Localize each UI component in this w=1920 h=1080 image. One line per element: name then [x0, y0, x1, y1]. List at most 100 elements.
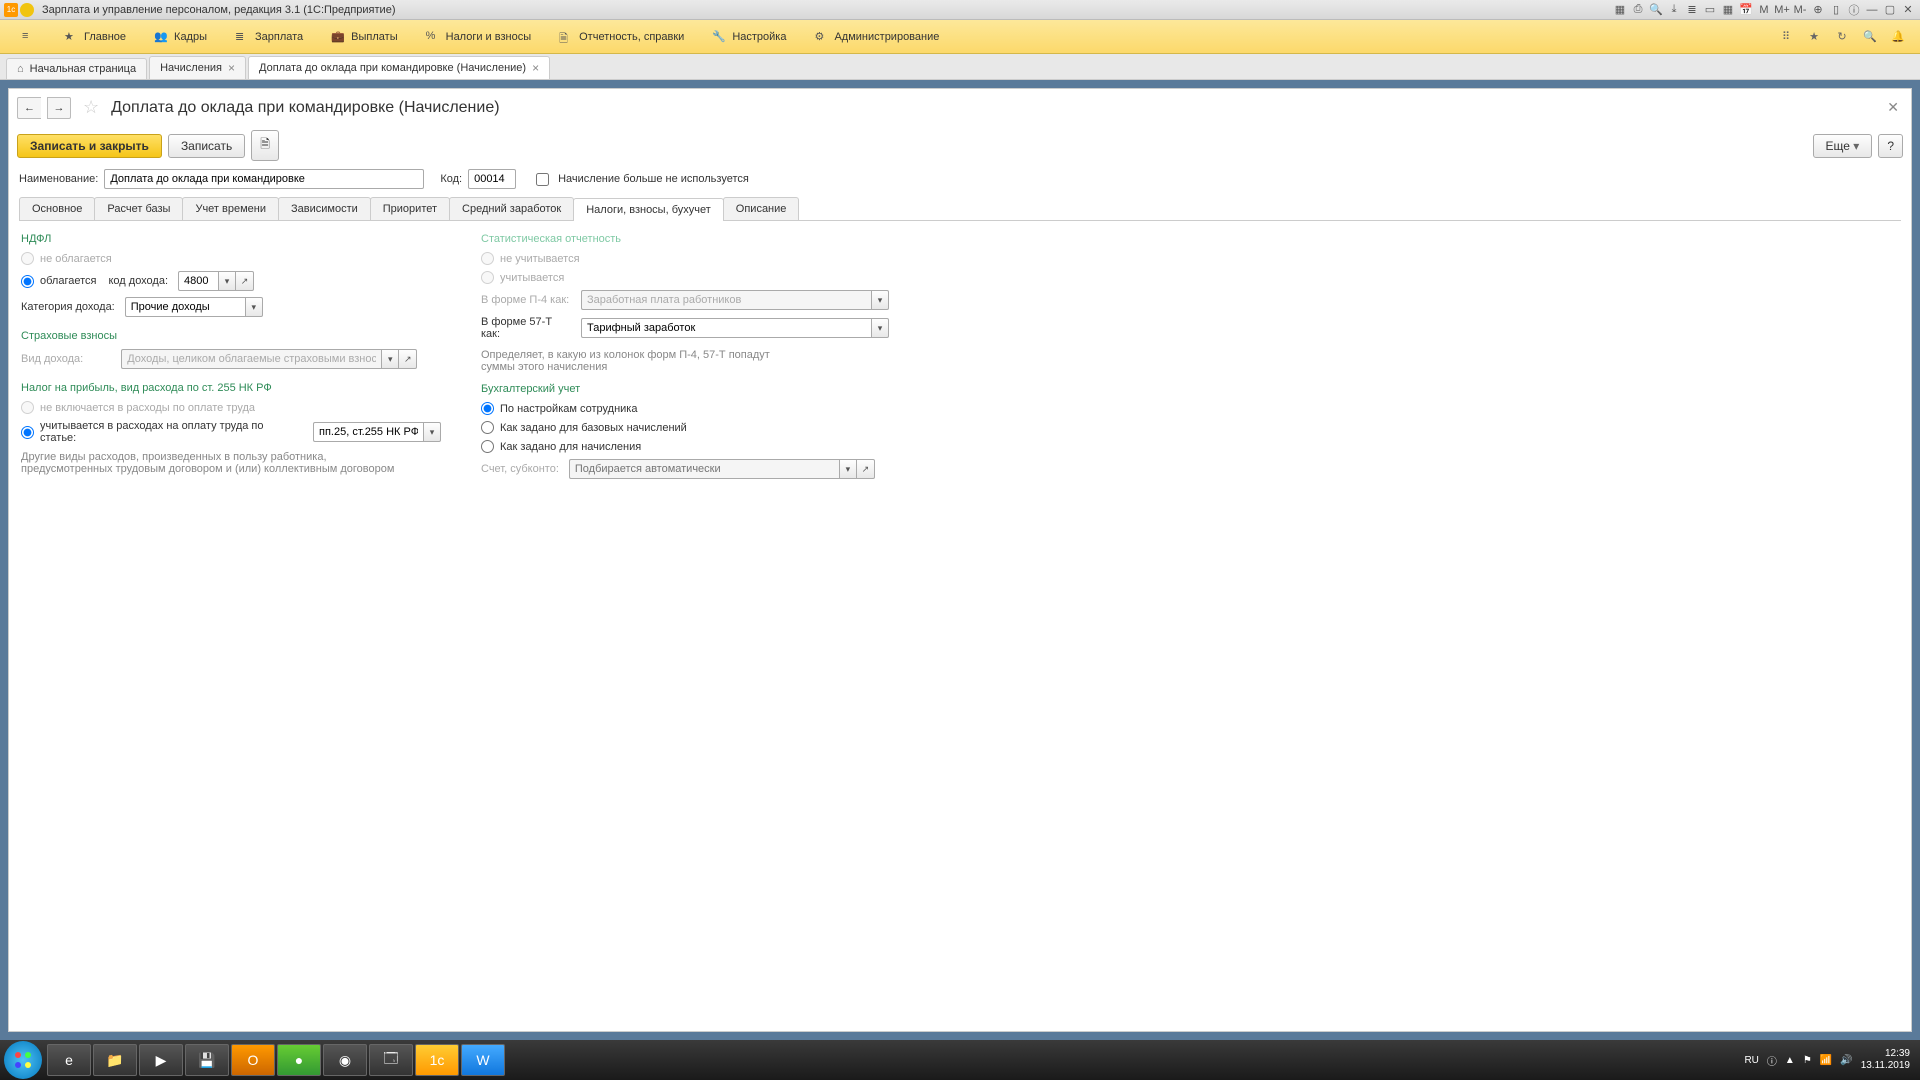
maximize-icon[interactable]: ▢ [1882, 2, 1898, 18]
tray-icon[interactable]: ▲ [1785, 1055, 1795, 1066]
bell-icon[interactable]: 🔔 [1884, 23, 1912, 51]
menu-payments[interactable]: 💼Выплаты [317, 20, 411, 54]
more-button[interactable]: Еще [1813, 134, 1873, 158]
tab-current[interactable]: Доплата до оклада при командировке (Начи… [248, 56, 550, 79]
name-input[interactable] [104, 169, 424, 189]
form-tab[interactable]: Налоги, взносы, бухучет [573, 198, 724, 221]
menu-admin[interactable]: ⚙Администрирование [800, 20, 953, 54]
menu-reports[interactable]: 🗎Отчетность, справки [545, 20, 698, 54]
save-close-button[interactable]: Записать и закрыть [17, 134, 162, 158]
taskbar-word[interactable]: W [461, 1044, 505, 1076]
income-code-input[interactable] [178, 271, 218, 291]
start-button[interactable] [4, 1041, 42, 1079]
titlebar-icon[interactable]: ⊕ [1810, 2, 1826, 18]
tray-icon[interactable]: 📶 [1820, 1055, 1832, 1066]
profit-yes-radio[interactable] [21, 426, 34, 439]
code-input[interactable] [468, 169, 516, 189]
titlebar-icon[interactable]: ▯ [1828, 2, 1844, 18]
taskbar-app[interactable]: 💾 [185, 1044, 229, 1076]
menu-main[interactable]: ★Главное [50, 20, 140, 54]
close-icon[interactable]: × [228, 61, 235, 75]
menu-personnel[interactable]: 👥Кадры [140, 20, 221, 54]
titlebar-icon[interactable]: ⤓ [1666, 2, 1682, 18]
taskbar-1c[interactable]: 1c [415, 1044, 459, 1076]
dropdown-icon[interactable]: ▾ [871, 290, 889, 310]
titlebar-icon[interactable]: ≣ [1684, 2, 1700, 18]
taskbar-app[interactable]: 🗔 [369, 1044, 413, 1076]
acc-opt3-radio[interactable] [481, 440, 494, 453]
dropdown-icon[interactable]: ▾ [381, 349, 399, 369]
titlebar-icon[interactable]: M [1756, 2, 1772, 18]
dropdown-icon[interactable]: ▾ [839, 459, 857, 479]
favorite-icon[interactable]: ☆ [83, 97, 99, 118]
apps-icon[interactable]: ⠿ [1772, 23, 1800, 51]
form-tab[interactable]: Приоритет [370, 197, 450, 220]
open-icon[interactable]: ↗ [857, 459, 875, 479]
acc-opt1-radio[interactable] [481, 402, 494, 415]
menu-taxes[interactable]: %Налоги и взносы [412, 20, 546, 54]
nav-back-button[interactable]: ← [17, 97, 41, 119]
form-tab[interactable]: Средний заработок [449, 197, 574, 220]
dropdown-icon[interactable] [20, 3, 34, 17]
tab-home[interactable]: ⌂Начальная страница [6, 58, 147, 79]
menu-label: Отчетность, справки [579, 31, 684, 43]
dropdown-icon[interactable]: ▾ [871, 318, 889, 338]
save-button[interactable]: Записать [168, 134, 245, 158]
taskbar-media[interactable]: ▶ [139, 1044, 183, 1076]
page-title: Доплата до оклада при командировке (Начи… [111, 99, 499, 117]
account-label: Счет, субконто: [481, 463, 559, 475]
tray-icon[interactable]: ⚑ [1803, 1055, 1812, 1066]
acc-opt2-radio[interactable] [481, 421, 494, 434]
form-tab[interactable]: Основное [19, 197, 95, 220]
income-type-label: Вид дохода: [21, 353, 83, 365]
star-icon[interactable]: ★ [1800, 23, 1828, 51]
open-icon[interactable]: ↗ [236, 271, 254, 291]
taskbar-explorer[interactable]: 📁 [93, 1044, 137, 1076]
minimize-icon[interactable]: — [1864, 2, 1880, 18]
titlebar-icon[interactable]: ▦ [1720, 2, 1736, 18]
dropdown-icon[interactable]: ▾ [423, 422, 441, 442]
dropdown-icon[interactable]: ▾ [245, 297, 263, 317]
tab-accruals[interactable]: Начисления× [149, 56, 246, 79]
ndfl-yes-radio[interactable] [21, 275, 34, 288]
search-icon[interactable]: 🔍 [1856, 23, 1884, 51]
unused-checkbox[interactable] [536, 173, 549, 186]
titlebar-icon[interactable]: M+ [1774, 2, 1790, 18]
form-tab[interactable]: Расчет базы [94, 197, 183, 220]
close-icon[interactable]: × [532, 61, 539, 75]
close-page-icon[interactable]: ✕ [1883, 95, 1903, 120]
tray-lang[interactable]: RU [1744, 1055, 1758, 1066]
tray-icon[interactable]: 🔊 [1840, 1055, 1852, 1066]
taskbar-ie[interactable]: e [47, 1044, 91, 1076]
category-input[interactable] [125, 297, 245, 317]
tray-clock[interactable]: 12:39 13.11.2019 [1861, 1048, 1910, 1072]
titlebar-icon[interactable]: 📅 [1738, 2, 1754, 18]
taskbar-app[interactable]: O [231, 1044, 275, 1076]
t57-input[interactable] [581, 318, 871, 338]
history-icon[interactable]: ↻ [1828, 23, 1856, 51]
info-icon[interactable]: ⓘ [1846, 2, 1862, 18]
menu-settings[interactable]: 🔧Настройка [698, 20, 800, 54]
form-tab[interactable]: Учет времени [182, 197, 279, 220]
open-icon[interactable]: ↗ [399, 349, 417, 369]
radio-label: не включается в расходы по оплате труда [40, 402, 255, 414]
titlebar-icon[interactable]: ▭ [1702, 2, 1718, 18]
form-tab[interactable]: Описание [723, 197, 800, 220]
help-button[interactable]: ? [1878, 134, 1903, 158]
titlebar-icon[interactable]: ▦ [1612, 2, 1628, 18]
titlebar-icon[interactable]: ⎙ [1630, 2, 1646, 18]
close-icon[interactable]: ✕ [1900, 2, 1916, 18]
nav-forward-button[interactable]: → [47, 97, 71, 119]
attach-button[interactable]: 🗎 [251, 130, 279, 161]
category-label: Категория дохода: [21, 301, 115, 313]
profit-article-input[interactable] [313, 422, 423, 442]
taskbar-chrome[interactable]: ◉ [323, 1044, 367, 1076]
menu-salary[interactable]: ≣Зарплата [221, 20, 317, 54]
titlebar-icon[interactable]: 🔍 [1648, 2, 1664, 18]
tray-icon[interactable]: ⓘ [1767, 1053, 1777, 1068]
form-tab[interactable]: Зависимости [278, 197, 371, 220]
titlebar-icon[interactable]: M- [1792, 2, 1808, 18]
dropdown-icon[interactable]: ▾ [218, 271, 236, 291]
taskbar-app[interactable]: ● [277, 1044, 321, 1076]
menu-burger[interactable]: ≡ [8, 20, 50, 54]
